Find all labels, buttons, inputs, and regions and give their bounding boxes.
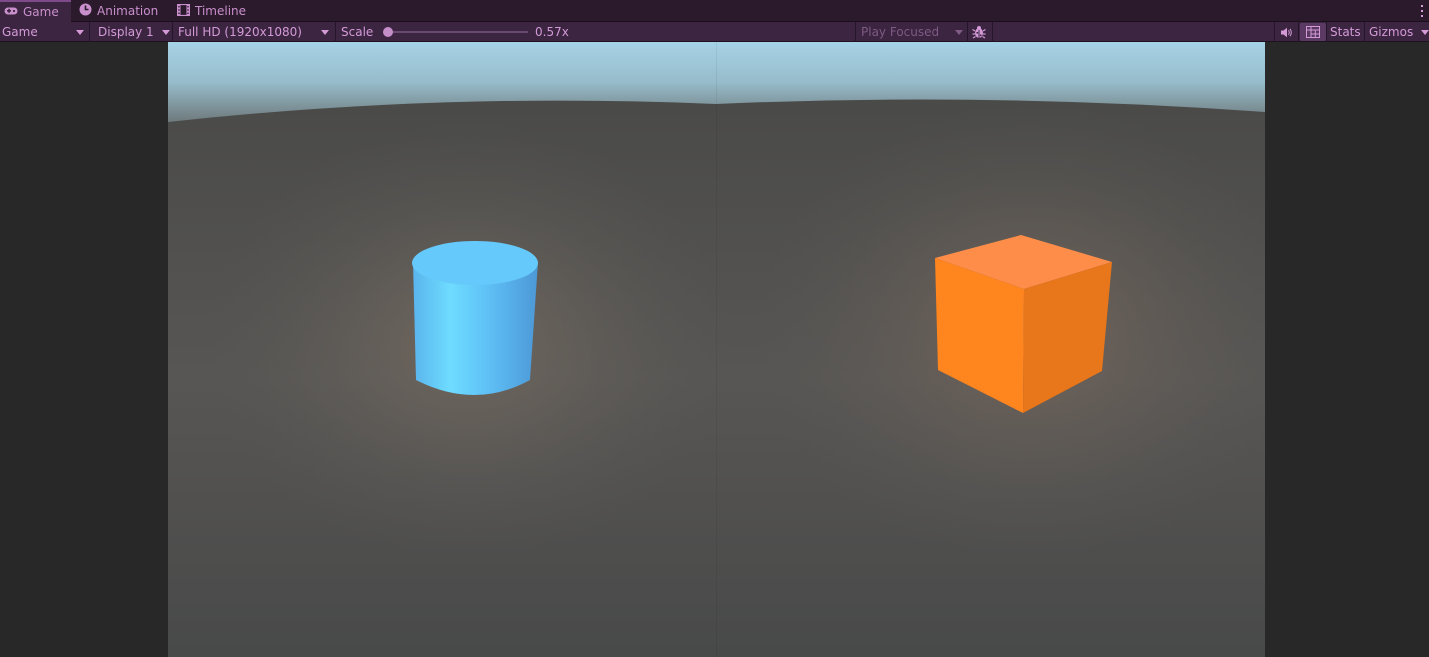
chevron-down-icon (76, 30, 84, 35)
window-tab-bar: Game Animation Timeline (0, 0, 1429, 22)
display-dropdown[interactable]: Display 1 (98, 22, 171, 42)
tab-game[interactable]: Game (0, 0, 71, 22)
play-mode-label: Play Focused (861, 25, 940, 39)
resolution-dropdown[interactable]: Full HD (1920x1080) (178, 22, 333, 42)
kebab-menu-icon[interactable] (1419, 3, 1425, 19)
game-view-toolbar: Game Display 1 Full HD (1920x1080) Scale… (0, 22, 1429, 42)
game-view-area (0, 42, 1429, 657)
scale-value: 0.57x (535, 25, 569, 39)
scale-label: Scale (341, 25, 374, 39)
chevron-down-icon (955, 30, 963, 35)
chevron-down-icon (321, 30, 329, 35)
play-mode-dropdown[interactable]: Play Focused (861, 22, 966, 42)
animation-clock-icon (79, 3, 92, 19)
game-render-viewport[interactable] (168, 42, 1265, 657)
tab-label: Game (23, 5, 59, 19)
scale-slider-thumb[interactable] (383, 27, 393, 37)
chevron-down-icon (1421, 30, 1429, 35)
mode-dropdown-label: Game (2, 25, 38, 39)
tab-animation[interactable]: Animation (79, 0, 158, 22)
mode-dropdown[interactable]: Game (2, 22, 88, 42)
stats-button[interactable]: Stats (1330, 22, 1361, 42)
tab-label: Animation (97, 4, 159, 18)
tab-label: Timeline (195, 4, 247, 18)
gamepad-icon (4, 5, 18, 19)
speaker-icon[interactable] (1280, 22, 1293, 42)
scene-render (168, 42, 1265, 657)
resolution-dropdown-label: Full HD (1920x1080) (178, 25, 302, 39)
cylinder-object (412, 241, 538, 395)
grid-toggle-icon[interactable] (1306, 22, 1320, 42)
bug-icon[interactable] (972, 22, 988, 42)
gizmos-dropdown[interactable]: Gizmos (1369, 22, 1429, 42)
chevron-down-icon (162, 30, 170, 35)
display-dropdown-label: Display 1 (98, 25, 154, 39)
film-strip-icon (176, 3, 191, 19)
scale-slider-track[interactable] (385, 31, 528, 33)
gizmos-label: Gizmos (1369, 25, 1414, 39)
tab-timeline[interactable]: Timeline (176, 0, 247, 22)
